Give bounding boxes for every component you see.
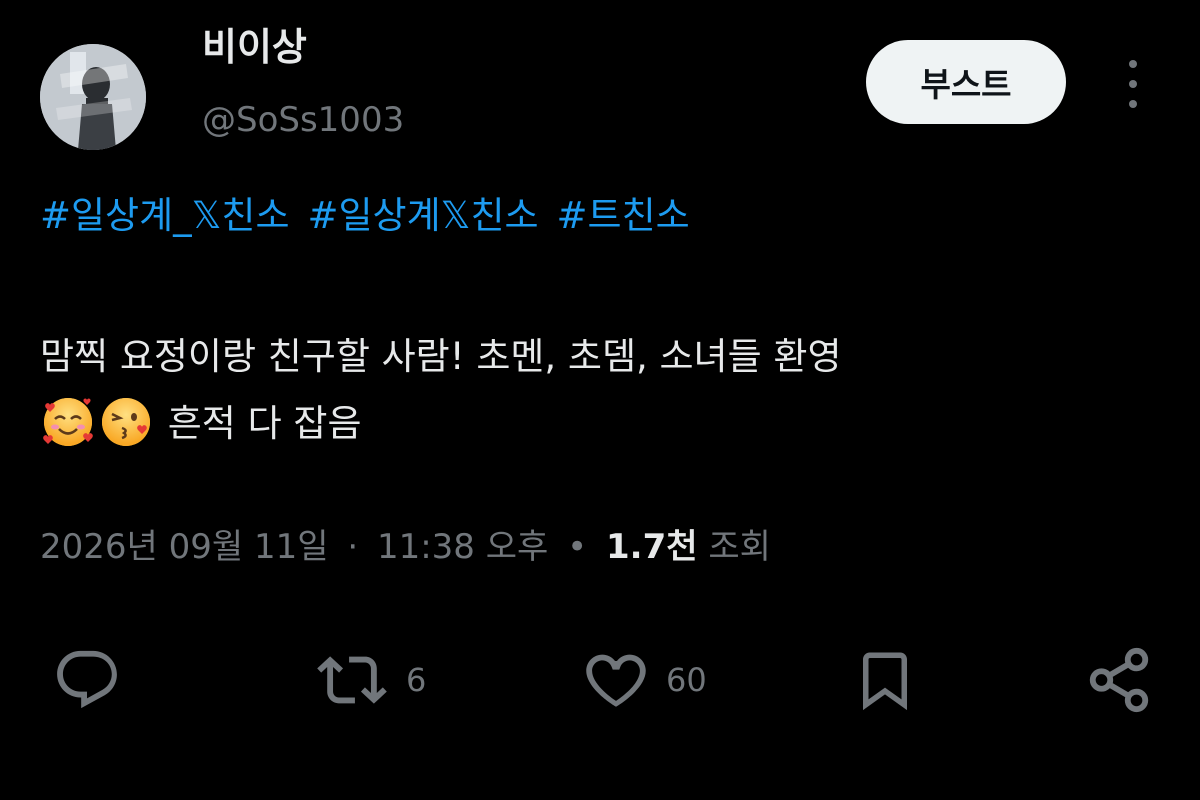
post-text-line: 흔적 다 잡음 xyxy=(40,394,1170,451)
avatar-figure-icon xyxy=(40,44,146,150)
display-name[interactable]: 비이상 xyxy=(202,22,307,72)
post-date[interactable]: 2026년 09월 11일 xyxy=(40,527,329,567)
boost-button[interactable]: 부스트 xyxy=(866,40,1066,124)
more-vertical-icon[interactable] xyxy=(1116,56,1150,112)
repost-count: 6 xyxy=(406,661,427,699)
views-count[interactable]: 1.7천 xyxy=(606,527,698,567)
more-dot xyxy=(1129,100,1137,108)
hashtag-link[interactable]: #일상계𝕏친소 xyxy=(308,194,539,237)
more-dot xyxy=(1129,60,1137,68)
meta-separator-bold: • xyxy=(567,527,588,567)
hashtag-link[interactable]: #트친소 xyxy=(557,194,690,237)
like-count: 60 xyxy=(666,661,707,699)
avatar-image xyxy=(40,44,146,150)
bookmark-button[interactable] xyxy=(852,640,918,720)
user-handle[interactable]: @SoSs1003 xyxy=(202,98,404,142)
reply-icon xyxy=(57,650,117,709)
post-time[interactable]: 11:38 오후 xyxy=(377,527,548,567)
smiling-face-with-hearts-icon xyxy=(40,394,96,450)
meta-separator: · xyxy=(347,527,359,567)
post-meta: 2026년 09월 11일 · 11:38 오후 • 1.7천 조회 xyxy=(40,522,771,572)
avatar[interactable] xyxy=(40,26,146,150)
share-button[interactable] xyxy=(1084,640,1154,720)
hashtag-list: #일상계_𝕏친소 #일상계𝕏친소 #트친소 xyxy=(40,190,708,242)
repost-button[interactable]: 6 xyxy=(312,640,426,720)
share-icon xyxy=(1089,647,1149,713)
views-label: 조회 xyxy=(708,527,771,567)
reply-button[interactable] xyxy=(52,640,122,720)
bookmark-icon xyxy=(863,652,907,711)
action-bar: 6 60 xyxy=(0,640,1200,720)
post-text-tail: 흔적 다 잡음 xyxy=(167,402,362,445)
more-dot xyxy=(1129,80,1137,88)
post-text: 맘찍 요정이랑 친구할 사람! 초멘, 초뎀, 소녀들 환영 흔적 다 잡음 xyxy=(40,330,1170,451)
hashtag-link[interactable]: #일상계_𝕏친소 xyxy=(40,194,290,237)
face-blowing-a-kiss-icon xyxy=(98,394,154,450)
repost-icon xyxy=(317,656,387,704)
heart-icon xyxy=(586,654,646,707)
like-button[interactable]: 60 xyxy=(580,640,707,720)
post-text-line: 맘찍 요정이랑 친구할 사람! 초멘, 초뎀, 소녀들 환영 xyxy=(40,335,842,378)
